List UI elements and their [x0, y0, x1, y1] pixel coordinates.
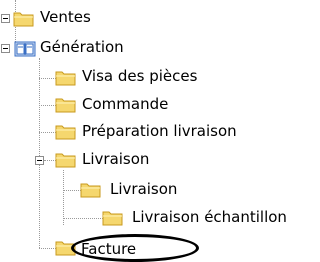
tree-item-label[interactable]: Ventes [40, 8, 91, 26]
tree-item-label[interactable]: Livraison échantillon [132, 208, 287, 226]
tree-connector [39, 132, 56, 133]
collapse-toggle[interactable] [1, 14, 10, 23]
tree-item-label[interactable]: Visa des pièces [82, 67, 197, 85]
folder-icon [55, 69, 77, 86]
folder-icon [55, 96, 77, 113]
tree-item-label[interactable]: Génération [40, 38, 124, 56]
book-icon [14, 40, 36, 57]
tree-connector [39, 248, 56, 249]
folder-icon [80, 181, 102, 198]
tree-item-label[interactable]: Facture [81, 240, 136, 258]
tree-item-label[interactable]: Préparation livraison [82, 122, 237, 140]
folder-icon [55, 239, 77, 256]
tree-item-label[interactable]: Commande [82, 95, 168, 113]
folder-icon [102, 209, 124, 226]
tree-connector [39, 78, 56, 79]
folder-icon [13, 10, 35, 27]
tree-connector [63, 170, 64, 225]
tree-connector [63, 218, 103, 219]
tree-item-label[interactable]: Livraison [82, 150, 149, 168]
tree-item-label[interactable]: Livraison [110, 180, 177, 198]
tree-connector [39, 58, 40, 248]
collapse-toggle[interactable] [1, 44, 10, 53]
tree-connector [39, 105, 56, 106]
folder-icon [55, 123, 77, 140]
folder-icon [55, 151, 77, 168]
tree-connector [63, 190, 81, 191]
collapse-toggle[interactable] [35, 156, 44, 165]
